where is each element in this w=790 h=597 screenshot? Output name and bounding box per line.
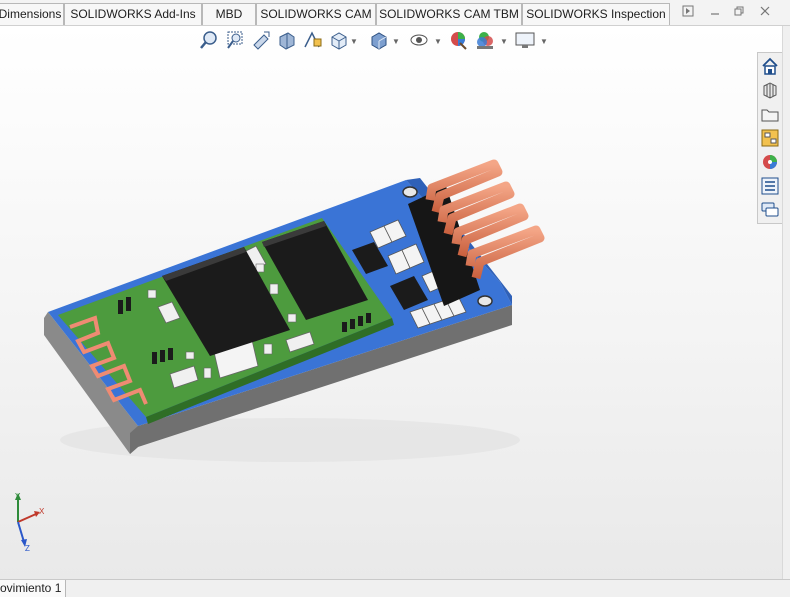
dynamic-annotation-icon[interactable]	[302, 29, 324, 51]
hide-show-dropdown[interactable]: ▼	[434, 37, 442, 46]
smd-part	[255, 263, 265, 273]
smd-part	[358, 316, 363, 326]
triad-z-label: Z	[25, 544, 30, 552]
mounting-hole	[477, 295, 493, 307]
smd-part	[342, 322, 347, 332]
edit-appearance-icon[interactable]	[448, 29, 470, 51]
triad-x-label: X	[39, 507, 45, 516]
bluetooth-module-model[interactable]	[0, 26, 782, 579]
custom-properties-icon[interactable]	[760, 176, 780, 196]
view-settings-dropdown[interactable]: ▼	[540, 37, 548, 46]
view-palette-icon[interactable]	[760, 128, 780, 148]
smd-part	[366, 313, 371, 323]
panel-expand-icon	[682, 5, 694, 17]
view-orientation-dropdown[interactable]: ▼	[350, 37, 358, 46]
minimize-button[interactable]	[704, 4, 726, 22]
restore-icon	[734, 6, 744, 16]
smd-part	[269, 283, 279, 295]
tab-solidworks-cam-tbm[interactable]: SOLIDWORKS CAM TBM	[376, 3, 522, 25]
apply-scene-icon[interactable]	[474, 29, 496, 51]
smd-part	[152, 352, 157, 364]
smd-part	[168, 348, 173, 360]
expand-panel-button[interactable]	[677, 4, 699, 22]
view-settings-icon[interactable]	[514, 29, 536, 51]
zoom-to-area-icon[interactable]	[224, 29, 246, 51]
status-bar: ovimiento 1	[0, 579, 790, 597]
reference-triad: Y X Z	[15, 492, 45, 552]
smd-part	[126, 297, 131, 311]
smd-part	[287, 313, 297, 323]
zoom-to-fit-icon[interactable]	[198, 29, 220, 51]
motion-study-tab[interactable]: ovimiento 1	[0, 580, 67, 597]
restore-button[interactable]	[728, 4, 750, 22]
tab-dimensions[interactable]: Dimensions	[0, 3, 64, 25]
smd-part	[147, 289, 157, 299]
display-style-dropdown[interactable]: ▼	[392, 37, 400, 46]
view-orientation-icon[interactable]	[328, 29, 350, 51]
minimize-icon	[711, 13, 719, 15]
hide-show-icon[interactable]	[408, 29, 430, 51]
appearances-icon[interactable]	[760, 152, 780, 172]
display-style-icon[interactable]	[368, 29, 390, 51]
smd-part	[263, 343, 273, 355]
tab-solidworks-cam[interactable]: SOLIDWORKS CAM	[256, 3, 376, 25]
tab-solidworks-add-ins[interactable]: SOLIDWORKS Add-Ins	[64, 3, 202, 25]
smd-part	[118, 300, 123, 314]
smd-part	[160, 350, 165, 362]
file-explorer-icon[interactable]	[760, 104, 780, 124]
smd-part	[185, 351, 195, 360]
tab-mbd[interactable]: MBD	[202, 3, 256, 25]
mounting-hole	[402, 186, 418, 198]
close-icon	[760, 6, 770, 16]
home-icon[interactable]	[760, 56, 780, 76]
viewport-scrollbar[interactable]	[782, 26, 790, 579]
close-button[interactable]	[754, 4, 776, 22]
previous-view-icon[interactable]	[250, 29, 272, 51]
smd-part	[350, 319, 355, 329]
smd-part	[203, 367, 212, 379]
apply-scene-dropdown[interactable]: ▼	[500, 37, 508, 46]
task-pane-tabs	[757, 52, 783, 224]
triad-y-label: Y	[15, 492, 21, 501]
tab-solidworks-inspection[interactable]: SOLIDWORKS Inspection	[522, 3, 670, 25]
command-manager-tabs: Dimensions SOLIDWORKS Add-Ins MBD SOLIDW…	[0, 0, 790, 26]
section-view-icon[interactable]	[276, 29, 298, 51]
forum-icon[interactable]	[760, 200, 780, 220]
design-library-icon[interactable]	[760, 80, 780, 100]
heads-up-view-toolbar: ▼ ▼ ▼ ▼ ▼	[198, 29, 548, 53]
